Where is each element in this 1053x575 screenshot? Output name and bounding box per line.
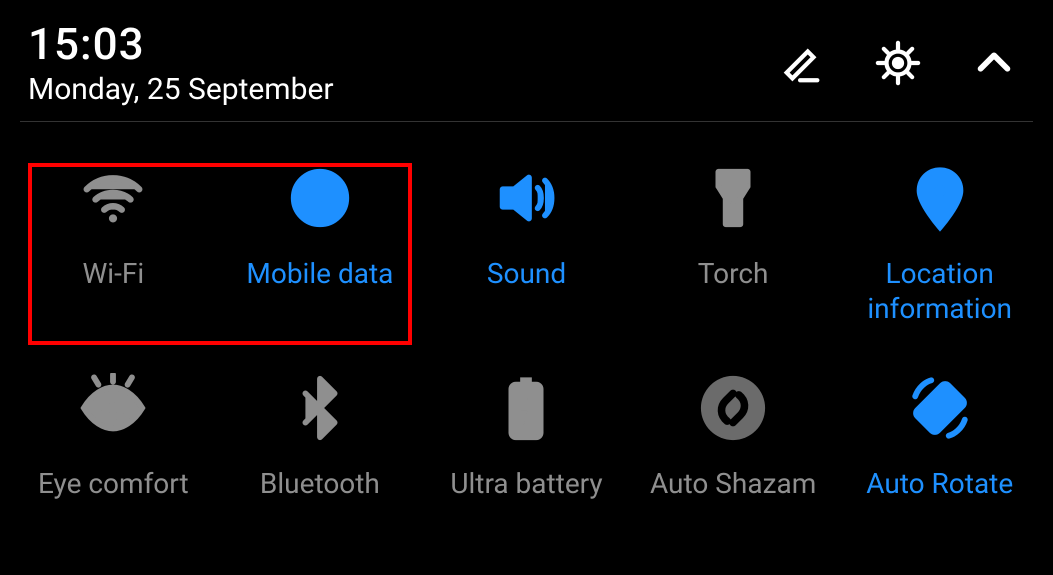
shazam-icon [693, 368, 773, 448]
tile-label: Auto Shazam [644, 466, 822, 501]
wifi-icon [73, 158, 153, 238]
quick-settings-tiles: Wi-Fi Mobile data Sound [0, 122, 1053, 528]
tile-eye-comfort[interactable]: Eye comfort [10, 368, 217, 528]
tile-label: Sound [481, 256, 572, 291]
tile-label: Bluetooth [254, 466, 386, 501]
tile-label: Eye comfort [32, 466, 195, 501]
tile-bluetooth[interactable]: Bluetooth [217, 368, 424, 528]
edit-icon[interactable] [777, 38, 827, 88]
settings-icon[interactable] [873, 38, 923, 88]
location-icon [900, 158, 980, 238]
tile-auto-rotate[interactable]: Auto Rotate [836, 368, 1043, 528]
tile-location[interactable]: Location information [836, 158, 1043, 326]
tile-wifi[interactable]: Wi-Fi [10, 158, 217, 326]
clock-time: 15:03 [28, 18, 777, 70]
tile-label: Wi-Fi [76, 256, 150, 291]
tile-sound[interactable]: Sound [423, 158, 630, 326]
tile-label: Location information [836, 256, 1043, 326]
torch-icon [693, 158, 773, 238]
tile-torch[interactable]: Torch [630, 158, 837, 326]
sound-icon [486, 158, 566, 238]
tile-label: Torch [692, 256, 775, 291]
eye-icon [73, 368, 153, 448]
collapse-icon[interactable] [969, 38, 1019, 88]
tile-auto-shazam[interactable]: Auto Shazam [630, 368, 837, 528]
tile-label: Auto Rotate [860, 466, 1019, 501]
tile-mobile-data[interactable]: Mobile data [217, 158, 424, 326]
tile-label: Mobile data [240, 256, 399, 291]
quick-settings-header: 15:03 Monday, 25 September [0, 0, 1053, 121]
auto-rotate-icon [900, 368, 980, 448]
battery-icon [486, 368, 566, 448]
tile-ultra-battery[interactable]: Ultra battery [423, 368, 630, 528]
header-actions [777, 18, 1025, 88]
bluetooth-icon [280, 368, 360, 448]
header-datetime: 15:03 Monday, 25 September [28, 18, 777, 107]
tile-label: Ultra battery [444, 466, 608, 501]
mobile-data-icon [280, 158, 360, 238]
clock-date: Monday, 25 September [28, 72, 777, 107]
